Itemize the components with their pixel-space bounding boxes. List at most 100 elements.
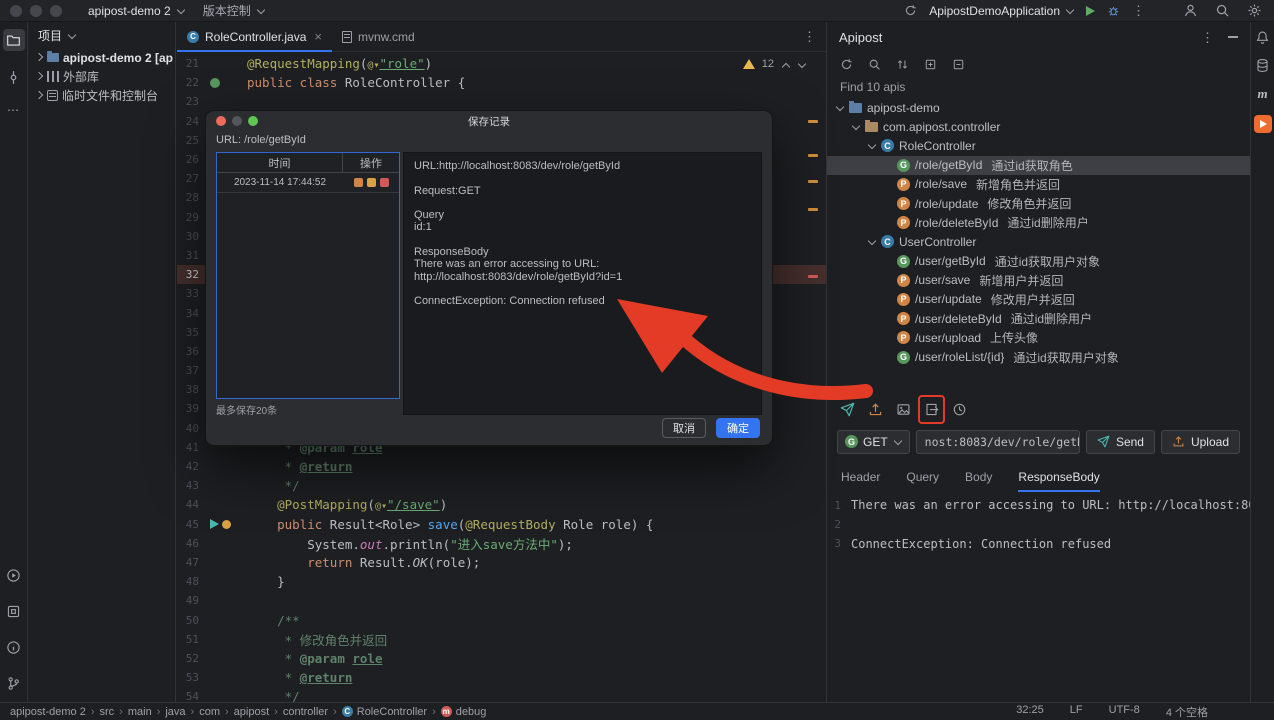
- chevron-down-icon[interactable]: [867, 237, 876, 246]
- api-tree-item[interactable]: com.apipost.controller: [827, 117, 1250, 136]
- response-lines[interactable]: 1 There was an error accessing to URL: ht…: [827, 492, 1250, 702]
- breadcrumb-item[interactable]: apipost: [234, 706, 269, 718]
- inspections-widget[interactable]: 12: [742, 58, 806, 70]
- stripe-mark-current[interactable]: [808, 275, 818, 278]
- dialog-close-icon[interactable]: [216, 116, 226, 126]
- project-item[interactable]: 外部库: [28, 67, 175, 86]
- record-row[interactable]: 2023-11-14 17:44:52: [217, 173, 399, 193]
- services-tool-icon[interactable]: [3, 600, 25, 622]
- apipost-tool-icon[interactable]: [1253, 115, 1272, 133]
- api-tree-item[interactable]: P/role/save 新增角色并返回: [827, 175, 1250, 194]
- code-line[interactable]: 22 public class RoleController {: [177, 73, 826, 92]
- database-tool-icon[interactable]: [1255, 58, 1270, 73]
- api-tree-item[interactable]: apipost-demo: [827, 98, 1250, 117]
- refresh-icon[interactable]: [840, 58, 853, 71]
- code-line[interactable]: 42 * @return: [177, 457, 826, 476]
- close-window-icon[interactable]: [10, 4, 22, 17]
- upload-icon[interactable]: [867, 401, 884, 418]
- problems-tool-icon[interactable]: [3, 636, 25, 658]
- image-icon[interactable]: [895, 401, 912, 418]
- code-line[interactable]: 43 */: [177, 476, 826, 495]
- upload-button[interactable]: Upload: [1160, 429, 1240, 454]
- more-options-icon[interactable]: ⋮: [1132, 4, 1145, 17]
- api-tree-item[interactable]: C RoleController: [827, 136, 1250, 155]
- api-tree-item[interactable]: C UserController: [827, 232, 1250, 251]
- minimize-window-icon[interactable]: [30, 4, 42, 17]
- zoom-window-icon[interactable]: [50, 4, 62, 17]
- code-line[interactable]: 50 /**: [177, 610, 826, 629]
- close-icon[interactable]: ×: [314, 29, 322, 44]
- tab-query[interactable]: Query: [906, 470, 939, 492]
- editor-tab[interactable]: mvnw.cmd: [332, 22, 425, 51]
- save-record-icon[interactable]: [918, 394, 945, 424]
- project-tool-icon[interactable]: [2, 29, 25, 51]
- chevron-down-icon[interactable]: [67, 31, 76, 40]
- commit-tool-icon[interactable]: [3, 66, 25, 88]
- send-button[interactable]: Send: [1085, 429, 1155, 454]
- run-config-selector[interactable]: ApipostDemoApplication: [929, 4, 1074, 18]
- api-tree-item[interactable]: P/user/save 新增用户并返回: [827, 271, 1250, 290]
- git-branch-icon[interactable]: [3, 672, 25, 694]
- status-item[interactable]: 4 个空格: [1166, 704, 1208, 720]
- code-line[interactable]: 23: [177, 92, 826, 111]
- api-tree-item[interactable]: P/user/upload 上传头像: [827, 328, 1250, 347]
- code-line[interactable]: 47 return Result.OK(role);: [177, 553, 826, 572]
- api-search-input[interactable]: Find 10 apis: [827, 76, 1250, 98]
- sync-icon[interactable]: [904, 4, 917, 17]
- project-item[interactable]: 临时文件和控制台: [28, 86, 175, 105]
- run-gutter-icon[interactable]: [210, 77, 220, 88]
- send-request-icon[interactable]: [839, 401, 856, 418]
- record-table[interactable]: 时间 操作 2023-11-14 17:44:52: [216, 152, 400, 399]
- stripe-mark[interactable]: [808, 120, 818, 123]
- next-warning-icon[interactable]: [797, 60, 806, 69]
- tab-body[interactable]: Body: [965, 470, 992, 492]
- api-tree-item[interactable]: G/user/getById 通过id获取用户对象: [827, 252, 1250, 271]
- chevron-right-icon[interactable]: [34, 53, 43, 62]
- chevron-right-icon[interactable]: [34, 91, 43, 100]
- prev-warning-icon[interactable]: [781, 60, 790, 69]
- code-line[interactable]: 51 * 修改角色并返回: [177, 630, 826, 649]
- settings-gear-icon[interactable]: [1247, 3, 1262, 18]
- code-line[interactable]: 21 @RequestMapping(@▾"role"): [177, 54, 826, 73]
- stripe-mark[interactable]: [808, 154, 818, 157]
- history-icon[interactable]: [951, 401, 968, 418]
- method-select[interactable]: G GET: [837, 429, 910, 454]
- api-tree-item[interactable]: G/user/roleList/{id} 通过id获取用户对象: [827, 347, 1250, 366]
- delete-icon[interactable]: [379, 178, 389, 187]
- breadcrumb-item[interactable]: java: [165, 706, 185, 718]
- stripe-mark[interactable]: [808, 180, 818, 183]
- status-item[interactable]: 32:25: [1016, 704, 1044, 720]
- status-item[interactable]: LF: [1070, 704, 1083, 720]
- run-button[interactable]: [1086, 5, 1095, 16]
- api-tree-item[interactable]: P/user/update 修改用户并返回: [827, 290, 1250, 309]
- project-widget[interactable]: apipost-demo 2: [88, 4, 185, 18]
- editor-tab[interactable]: RoleController.java ×: [177, 22, 332, 52]
- dialog-window-controls[interactable]: [216, 116, 258, 126]
- hide-panel-icon[interactable]: [1228, 36, 1238, 38]
- chevron-down-icon[interactable]: [835, 103, 844, 112]
- run-tool-icon[interactable]: [3, 564, 25, 586]
- search-icon[interactable]: [868, 58, 881, 71]
- editor-options-icon[interactable]: ⋮: [803, 30, 816, 43]
- ok-button[interactable]: 确定: [716, 418, 760, 438]
- bean-gutter-icon[interactable]: [222, 519, 231, 529]
- status-item[interactable]: UTF-8: [1109, 704, 1140, 720]
- notifications-bell-icon[interactable]: [1255, 30, 1270, 45]
- code-line[interactable]: 49: [177, 591, 826, 610]
- more-tools-icon[interactable]: ⋯: [7, 103, 20, 117]
- code-line[interactable]: 53 * @return: [177, 668, 826, 687]
- run-icon[interactable]: [353, 178, 363, 187]
- collapse-all-icon[interactable]: [952, 58, 965, 71]
- search-icon[interactable]: [1215, 3, 1230, 18]
- user-icon[interactable]: [1183, 3, 1198, 18]
- send-gutter-icon[interactable]: [210, 519, 219, 530]
- api-tree-item[interactable]: P/role/deleteById 通过id删除用户: [827, 213, 1250, 232]
- panel-options-icon[interactable]: ⋮: [1201, 31, 1214, 44]
- url-input[interactable]: nost:8083/dev/role/getById: [915, 429, 1080, 454]
- sort-icon[interactable]: [896, 58, 909, 71]
- tab-header[interactable]: Header: [841, 470, 880, 492]
- breadcrumb-item[interactable]: main: [128, 706, 152, 718]
- breadcrumb-item[interactable]: C RoleController: [341, 706, 427, 718]
- api-tree-item[interactable]: G/role/getById 通过id获取角色: [827, 155, 1250, 175]
- breadcrumb-item[interactable]: apipost-demo 2: [10, 706, 86, 718]
